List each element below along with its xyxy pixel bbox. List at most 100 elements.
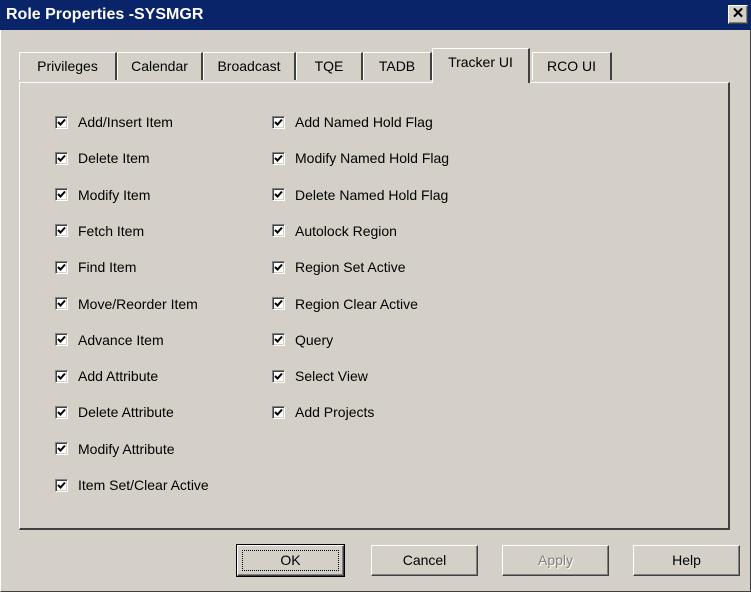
checkbox-region-clear-active[interactable]: Region Clear Active	[272, 294, 418, 314]
checkbox-label: Region Clear Active	[295, 295, 418, 312]
check-mark-icon	[57, 372, 66, 380]
checkbox-item-set-clear-active[interactable]: Item Set/Clear Active	[55, 475, 209, 495]
checkbox-box[interactable]	[272, 260, 285, 274]
check-mark-icon	[57, 481, 66, 489]
checkbox-box[interactable]	[55, 260, 68, 274]
checkbox-select-view[interactable]: Select View	[272, 366, 368, 386]
checkbox-modify-item[interactable]: Modify Item	[55, 185, 150, 205]
focus-rectangle	[242, 550, 339, 571]
checkbox-label: Region Set Active	[295, 259, 406, 276]
title-bar: Role Properties -SYSMGR ✕	[0, 0, 751, 30]
checkbox-label: Modify Item	[78, 186, 151, 203]
checkbox-label: Fetch Item	[78, 222, 145, 239]
checkbox-box[interactable]	[272, 405, 285, 419]
close-button[interactable]: ✕	[728, 5, 748, 24]
checkbox-label: Modify Named Hold Flag	[295, 150, 450, 167]
tab-label: Broadcast	[217, 58, 281, 74]
check-mark-icon	[57, 263, 66, 271]
checkbox-move-reorder-item[interactable]: Move/Reorder Item	[55, 294, 198, 314]
tab-broadcast[interactable]: Broadcast	[203, 52, 296, 80]
checkbox-advance-item[interactable]: Advance Item	[55, 330, 164, 350]
checkbox-box[interactable]	[55, 151, 68, 165]
tab-label: TQE	[314, 58, 344, 74]
checkbox-box[interactable]	[55, 333, 68, 347]
checkbox-label: Delete Named Hold Flag	[295, 186, 449, 203]
checkbox-label: Add Named Hold Flag	[295, 114, 433, 130]
checkbox-label: Add/Insert Item	[78, 114, 173, 130]
checkbox-box[interactable]	[55, 224, 68, 238]
apply-button[interactable]: Apply	[502, 545, 609, 576]
checkbox-box[interactable]	[55, 188, 68, 202]
checkbox-fetch-item[interactable]: Fetch Item	[55, 221, 144, 241]
checkbox-label: Delete Item	[78, 150, 150, 167]
checkbox-add-named-hold-flag[interactable]: Add Named Hold Flag	[272, 112, 433, 132]
apply-button-label: Apply	[537, 552, 574, 568]
checkbox-box[interactable]	[55, 478, 68, 492]
checkbox-label: Advance Item	[78, 331, 164, 348]
tab-label: TADB	[378, 58, 416, 74]
checkbox-delete-attribute[interactable]: Delete Attribute	[55, 402, 174, 422]
tab-tqe[interactable]: TQE	[296, 52, 363, 80]
ok-button[interactable]: OK	[236, 544, 345, 577]
checkbox-add-projects[interactable]: Add Projects	[272, 402, 374, 422]
checkbox-modify-named-hold-flag[interactable]: Modify Named Hold Flag	[272, 148, 449, 168]
cancel-button-label: Cancel	[402, 552, 447, 568]
checkbox-box[interactable]	[272, 333, 285, 347]
checkbox-box[interactable]	[55, 297, 68, 310]
check-mark-icon	[274, 190, 283, 199]
checkbox-region-set-active[interactable]: Region Set Active	[272, 257, 406, 277]
checkbox-delete-named-hold-flag[interactable]: Delete Named Hold Flag	[272, 185, 448, 205]
check-mark-icon	[274, 118, 283, 126]
checkbox-add-insert-item[interactable]: Add/Insert Item	[55, 112, 173, 132]
help-button-label: Help	[672, 552, 701, 568]
check-mark-icon	[57, 299, 66, 307]
checkbox-modify-attribute[interactable]: Modify Attribute	[55, 439, 175, 459]
check-mark-icon	[274, 227, 283, 235]
checkbox-find-item[interactable]: Find Item	[55, 257, 136, 277]
cancel-button[interactable]: Cancel	[371, 545, 478, 576]
checkbox-box[interactable]	[55, 115, 68, 129]
check-mark-icon	[57, 190, 66, 199]
checkbox-label: Find Item	[78, 259, 137, 276]
checkbox-box[interactable]	[272, 115, 285, 129]
checkbox-label: Select View	[295, 368, 368, 385]
tab-tracker-ui[interactable]: Tracker UI	[432, 48, 530, 83]
checkbox-label: Add Projects	[295, 404, 375, 421]
tab-panel-tracker-ui: Add/Insert Item Delete Item Modify Item Fet…	[19, 82, 730, 530]
window-title: Role Properties -SYSMGR	[6, 6, 204, 23]
checkbox-box[interactable]	[272, 297, 285, 310]
checkbox-label: Modify Attribute	[78, 440, 175, 457]
checkbox-box[interactable]	[55, 442, 68, 456]
check-mark-icon	[57, 408, 66, 416]
checkbox-box[interactable]	[55, 405, 68, 419]
help-button[interactable]: Help	[633, 545, 740, 576]
check-mark-icon	[274, 336, 283, 344]
checkbox-delete-item[interactable]: Delete Item	[55, 148, 150, 168]
checkbox-add-attribute[interactable]: Add Attribute	[55, 366, 158, 386]
check-mark-icon	[274, 299, 283, 307]
checkbox-box[interactable]	[55, 369, 68, 383]
checkbox-label: Autolock Region	[295, 222, 397, 239]
tab-tadb[interactable]: TADB	[363, 52, 432, 80]
checkbox-label: Move/Reorder Item	[78, 295, 198, 312]
checkbox-box[interactable]	[272, 188, 285, 202]
tab-label: Tracker UI	[448, 54, 513, 70]
checkbox-label: Add Attribute	[78, 368, 159, 385]
tab-rco-ui[interactable]: RCO UI	[532, 52, 612, 80]
tab-label: Calendar	[131, 58, 188, 74]
checkbox-box[interactable]	[272, 151, 285, 165]
check-mark-icon	[57, 118, 66, 126]
check-mark-icon	[57, 445, 66, 453]
tab-privileges[interactable]: Privileges	[19, 52, 117, 80]
checkbox-box[interactable]	[272, 224, 285, 238]
checkbox-query[interactable]: Query	[272, 330, 333, 350]
check-mark-icon	[274, 408, 283, 416]
checkbox-label: Delete Attribute	[78, 404, 174, 421]
tab-label: RCO UI	[547, 58, 596, 74]
tab-calendar[interactable]: Calendar	[117, 52, 203, 80]
checkbox-label: Item Set/Clear Active	[78, 477, 209, 493]
check-mark-icon	[57, 227, 66, 235]
tab-label: Privileges	[37, 58, 98, 74]
checkbox-autolock-region[interactable]: Autolock Region	[272, 221, 397, 241]
checkbox-box[interactable]	[272, 369, 285, 383]
